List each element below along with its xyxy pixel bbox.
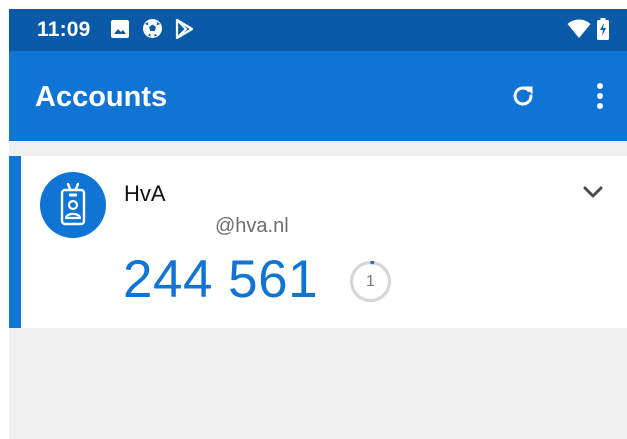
battery-charging-icon	[597, 18, 609, 40]
refresh-icon	[513, 86, 533, 106]
one-time-password-code: 244 561	[123, 250, 319, 309]
expand-account-button[interactable]	[579, 178, 607, 206]
soccer-ball-icon	[143, 19, 162, 38]
countdown-seconds: 1	[366, 272, 375, 290]
app-bar: Accounts	[9, 51, 627, 141]
countdown-timer: 1	[349, 260, 392, 303]
account-email: @hva.nl	[215, 215, 289, 237]
status-bar: 11:09	[9, 9, 627, 51]
more-vert-icon	[597, 83, 603, 109]
status-time: 11:09	[37, 18, 91, 41]
image-icon	[111, 19, 129, 38]
app-screen: 11:09 Accounts HvA @hva.nl 244 561 1	[9, 9, 627, 439]
page-title: Accounts	[35, 81, 168, 113]
account-name: HvA	[124, 181, 166, 206]
wifi-icon	[567, 19, 591, 38]
id-badge-icon	[60, 182, 86, 226]
refresh-button[interactable]	[507, 80, 539, 112]
more-options-button[interactable]	[585, 79, 615, 113]
account-avatar	[40, 172, 106, 238]
notification-icons	[110, 18, 193, 39]
card-accent-bar	[9, 156, 21, 328]
account-card[interactable]: HvA @hva.nl 244 561 1	[9, 156, 627, 328]
chevron-down-icon	[583, 186, 603, 198]
play-store-icon	[175, 18, 193, 39]
system-icons	[567, 18, 609, 40]
